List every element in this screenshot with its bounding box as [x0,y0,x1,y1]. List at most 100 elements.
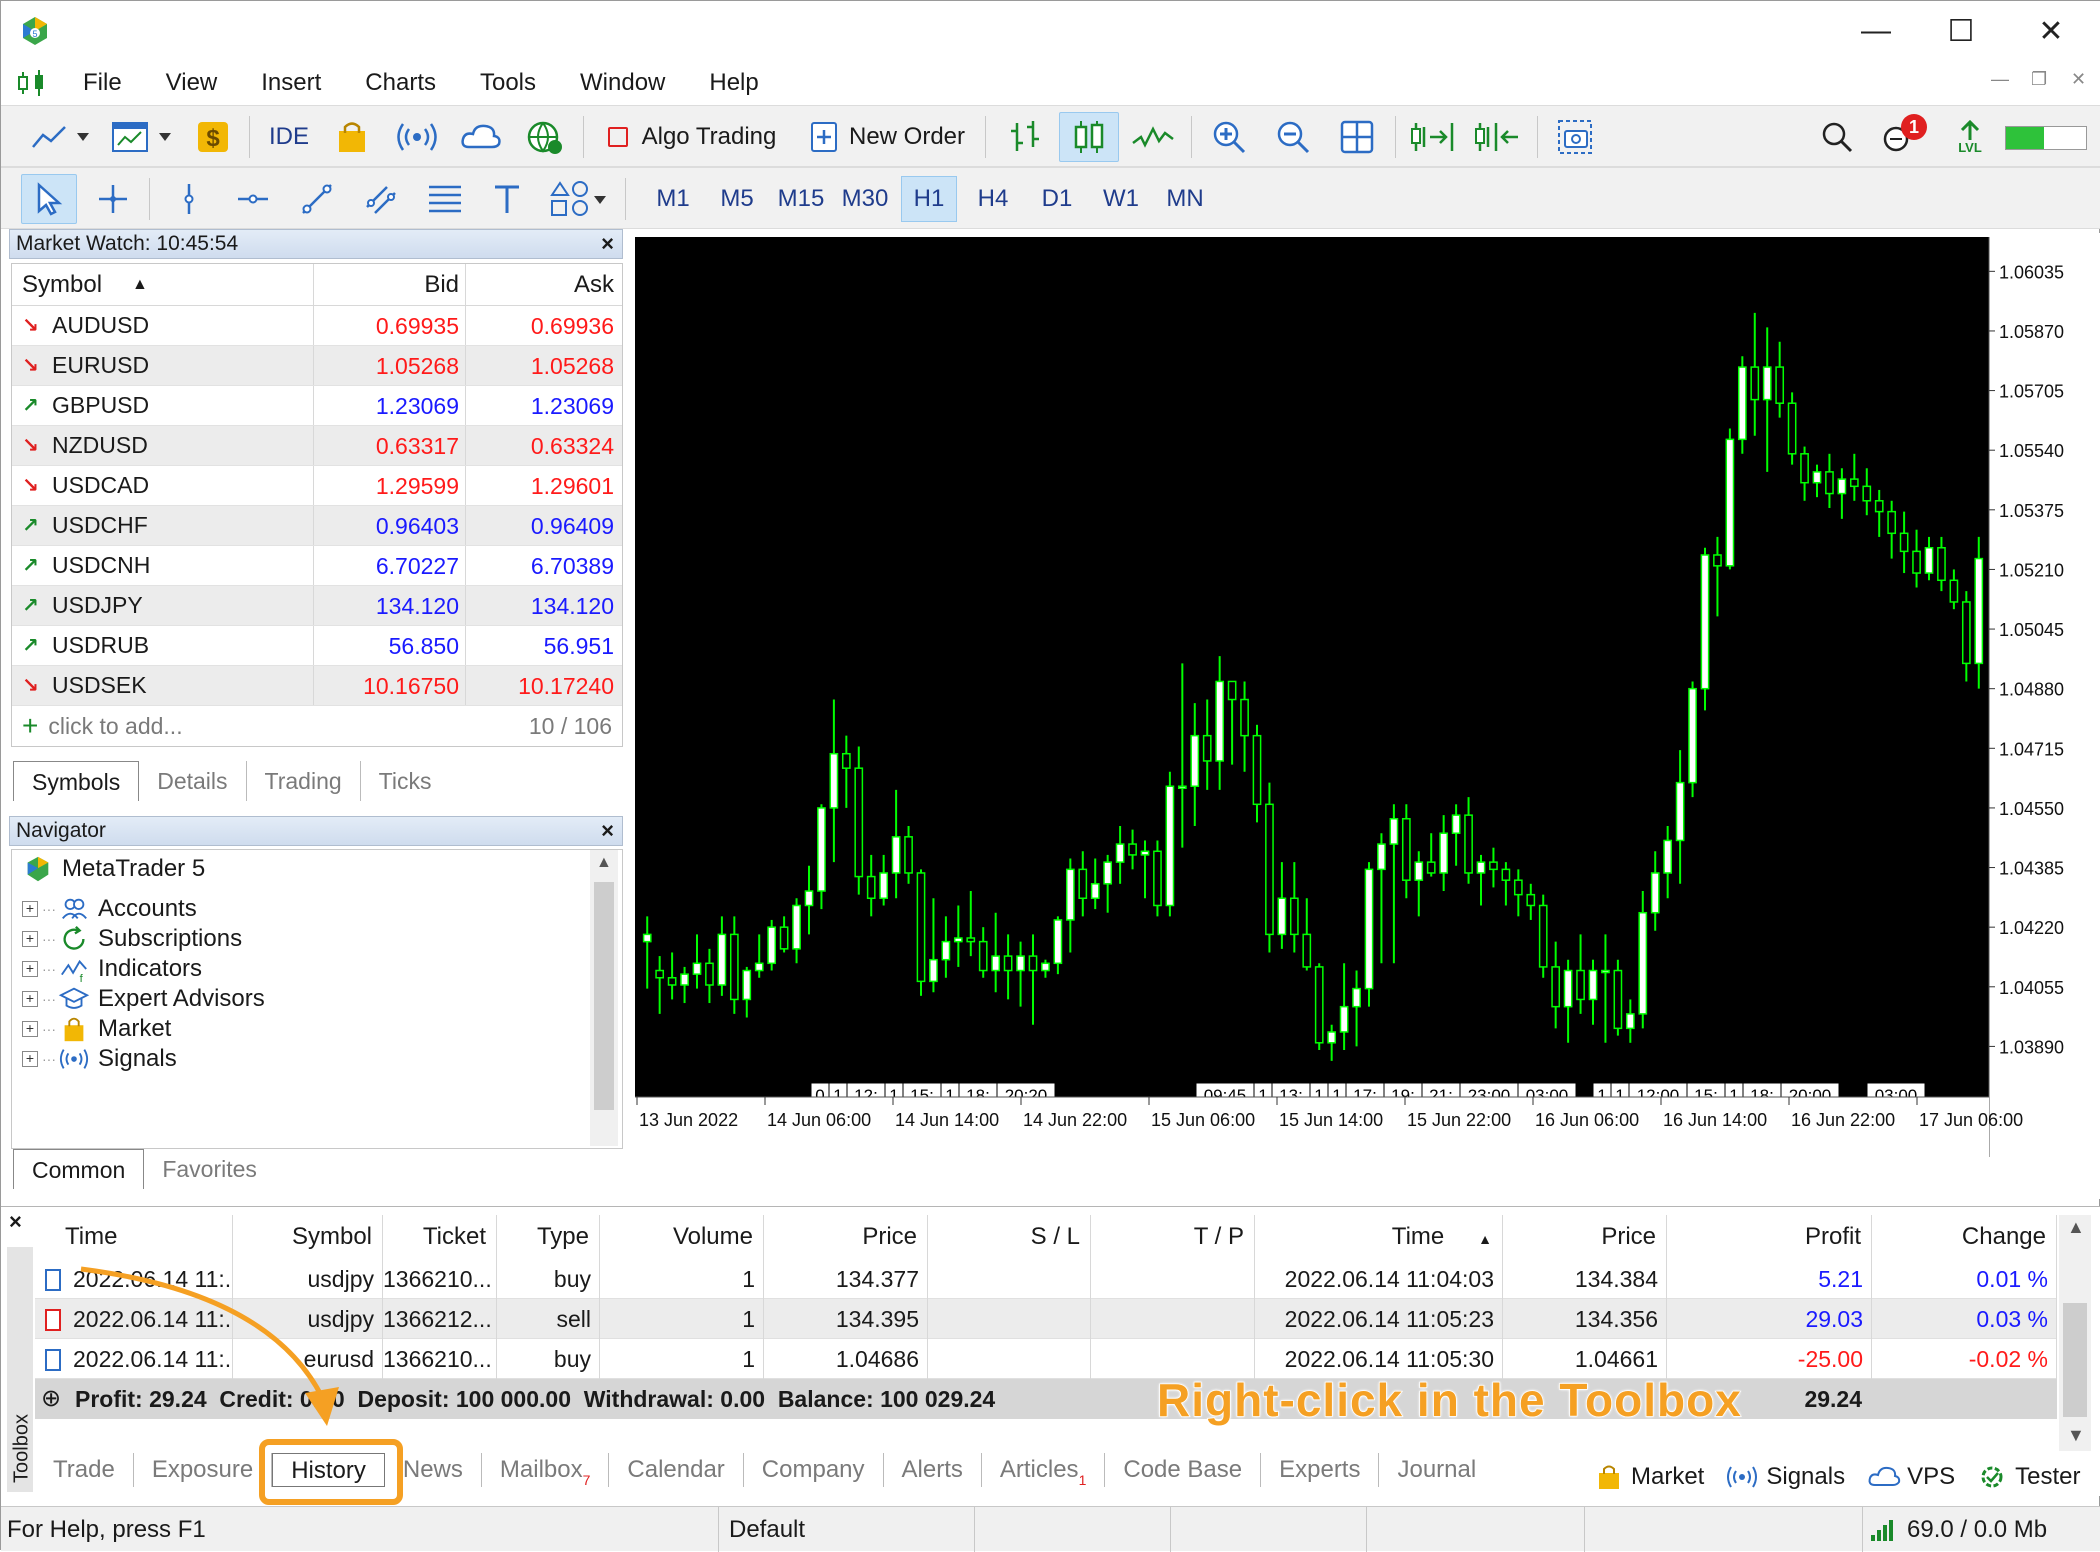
notifications-button[interactable]: 1 [1873,112,1933,162]
menu-file[interactable]: File [61,69,144,97]
navigator-scroll-thumb[interactable] [594,882,614,1110]
scroll-up-icon[interactable]: ▲ [596,854,612,872]
navigator-close-icon[interactable]: × [601,817,614,845]
menu-window[interactable]: Window [558,69,687,97]
horizontal-line-tool[interactable] [227,174,279,224]
scroll-down-icon[interactable]: ▼ [2067,1425,2085,1446]
chart-shift-button[interactable] [1469,112,1527,162]
expand-plus-icon[interactable]: + [22,1051,38,1067]
zoom-out-button[interactable] [1265,112,1321,162]
market-button[interactable]: $ [191,112,235,162]
tab-articles[interactable]: Articles1 [982,1453,1106,1488]
add-symbol-row[interactable]: + click to add... 10 / 106 [12,706,622,746]
fibonacci-tool[interactable] [419,174,471,224]
tab-details[interactable]: Details [139,761,247,801]
mdi-minimize-icon[interactable]: — [1991,69,2009,90]
vertical-line-tool[interactable] [163,174,215,224]
shapes-tool[interactable] [543,174,613,224]
tab-common[interactable]: Common [13,1149,145,1189]
tab-ticks[interactable]: Ticks [361,761,450,801]
timeframe-h1[interactable]: H1 [901,176,957,222]
timeframe-m5[interactable]: M5 [709,176,765,222]
mdi-restore-icon[interactable]: ❐ [2031,69,2047,90]
market-watch-row[interactable]: ↗ GBPUSD 1.23069 1.23069 [12,386,622,426]
link-signals[interactable]: Signals [1726,1463,1845,1491]
tab-trade[interactable]: Trade [35,1453,134,1487]
column-header[interactable]: Time ▲ [1255,1215,1503,1259]
market-watch-row[interactable]: ↗ USDRUB 56.850 56.951 [12,626,622,666]
mdi-close-icon[interactable]: ✕ [2071,69,2086,90]
market-watch-row[interactable]: ↘ USDSEK 10.16750 10.17240 [12,666,622,706]
auto-scroll-button[interactable] [1405,112,1463,162]
toolbox-close-icon[interactable]: × [9,1209,22,1235]
menu-insert[interactable]: Insert [239,69,343,97]
bid-column-header[interactable]: Bid [314,264,466,305]
tab-company[interactable]: Company [744,1453,884,1487]
ide-button[interactable]: IDE [259,112,319,162]
market-bag-button[interactable] [329,112,375,162]
history-row[interactable]: 2022.06.14 11:... usdjpy 1366212... sell 1 13… [35,1299,2057,1339]
symbol-column-header[interactable]: Symbol ▲ [12,264,314,305]
crosshair-tool[interactable] [87,174,139,224]
column-header[interactable]: Profit [1666,1215,1872,1259]
menu-view[interactable]: View [144,69,240,97]
close-button[interactable]: ✕ [2016,9,2086,53]
new-chart-button[interactable] [25,112,95,162]
expand-plus-icon[interactable]: + [22,1021,38,1037]
zoom-in-button[interactable] [1201,112,1257,162]
trendline-tool[interactable] [291,174,343,224]
market-watch-row[interactable]: ↗ USDCNH 6.70227 6.70389 [12,546,622,586]
algo-trading-button[interactable]: Algo Trading [597,112,787,162]
minimize-button[interactable]: — [1841,9,1911,53]
menu-help[interactable]: Help [687,69,780,97]
column-header[interactable]: Change [1872,1215,2057,1259]
chart-menu-icon[interactable] [15,68,55,98]
equidistant-channel-tool[interactable] [355,174,407,224]
market-watch-close-icon[interactable]: × [601,230,614,258]
market-watch-row[interactable]: ↘ USDCAD 1.29599 1.29601 [12,466,622,506]
column-header[interactable]: T / P [1091,1215,1255,1259]
timeframe-w1[interactable]: W1 [1093,176,1149,222]
screenshot-button[interactable] [1549,112,1601,162]
menu-tools[interactable]: Tools [458,69,558,97]
market-watch-row[interactable]: ↗ USDCHF 0.96403 0.96409 [12,506,622,546]
column-header[interactable]: S / L [927,1215,1091,1259]
link-tester[interactable]: Tester [1977,1462,2080,1492]
profiles-button[interactable] [105,112,177,162]
vps-button[interactable] [455,112,507,162]
timeframe-m1[interactable]: M1 [645,176,701,222]
candlestick-button[interactable] [1059,112,1119,162]
column-header[interactable]: Time [35,1215,233,1259]
expand-plus-icon[interactable]: + [22,991,38,1007]
column-header[interactable]: Type [497,1215,600,1259]
history-row[interactable]: 2022.06.14 11:... usdjpy 1366210... buy 1 134… [35,1259,2057,1299]
level-button[interactable]: LVL [1945,112,1995,162]
tab-code-base[interactable]: Code Base [1105,1453,1262,1487]
cursor-tool[interactable] [21,174,77,224]
column-header[interactable]: Price [1503,1215,1667,1259]
expand-plus-icon[interactable]: + [22,961,38,977]
tab-experts[interactable]: Experts [1261,1453,1380,1487]
timeframe-h4[interactable]: H4 [965,176,1021,222]
tab-trading[interactable]: Trading [247,761,361,801]
tab-favorites[interactable]: Favorites [144,1149,275,1189]
column-header[interactable]: Price [764,1215,928,1259]
market-watch-row[interactable]: ↘ NZDUSD 0.63317 0.63324 [12,426,622,466]
line-chart-button[interactable] [1125,112,1181,162]
tab-mailbox[interactable]: Mailbox7 [482,1453,610,1488]
link-vps[interactable]: VPS [1867,1463,1955,1491]
timeframe-d1[interactable]: D1 [1029,176,1085,222]
tile-windows-button[interactable] [1329,112,1385,162]
signals-button[interactable] [391,112,443,162]
bar-chart-button[interactable] [997,112,1053,162]
web-button[interactable] [519,112,571,162]
chart-window[interactable]: 1.06035 1.05870 1.05705 1.05540 1.05375 1.052… [633,233,2100,1199]
expand-plus-icon[interactable]: + [22,931,38,947]
tab-alerts[interactable]: Alerts [884,1453,982,1487]
navigator-item[interactable]: + ··· Signals [22,1040,177,1078]
ask-column-header[interactable]: Ask [466,264,622,305]
link-market[interactable]: Market [1595,1463,1704,1491]
price-chart[interactable]: 1.06035 1.05870 1.05705 1.05540 1.05375 1.052… [633,233,2100,1199]
tab-calendar[interactable]: Calendar [609,1453,744,1487]
new-order-button[interactable]: New Order [801,112,973,162]
